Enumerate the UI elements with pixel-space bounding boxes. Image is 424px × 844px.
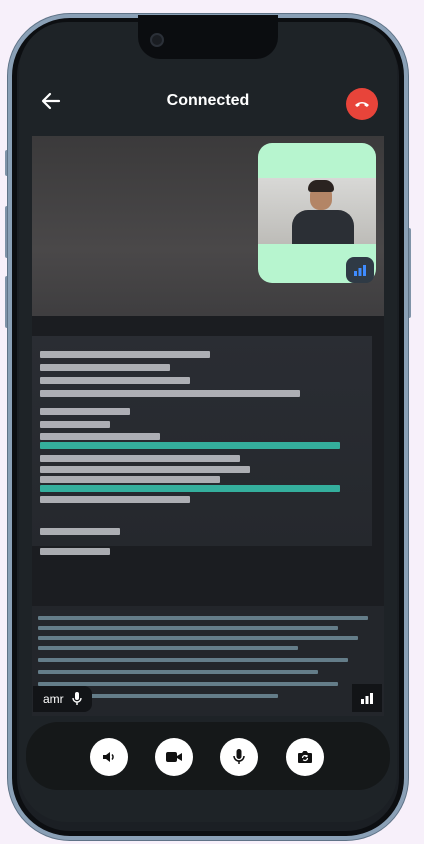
phone-hangup-icon [354,99,370,109]
video-terminal-line [38,658,348,662]
video-code-line [40,408,130,415]
video-terminal-line [38,670,318,674]
signal-bars-icon [353,264,367,276]
volume-icon [102,750,116,764]
mic-icon [71,692,82,706]
remote-signal-indicator [352,684,382,712]
video-code-line [40,351,210,358]
video-code-line-highlight [40,442,340,449]
video-toggle-button[interactable] [155,738,193,776]
video-terminal-line [38,626,338,630]
back-arrow-icon[interactable] [40,90,62,112]
video-code-line-highlight [40,485,340,492]
video-code-line [40,421,110,428]
call-control-bar [26,722,390,790]
video-code-line [40,466,250,473]
person-body [292,210,354,244]
person-hair [308,180,334,192]
switch-camera-icon [297,750,313,764]
local-video-frame [258,178,376,244]
video-code-line [40,496,190,503]
microphone-icon [233,749,245,765]
video-code-line [40,433,160,440]
participant-name: amr [43,692,64,706]
signal-bars-icon [360,692,374,704]
video-code-line [40,455,240,462]
video-code-line [40,476,220,483]
video-camera-icon [166,751,182,763]
participant-name-chip: amr [33,686,92,712]
video-code-line [40,377,190,384]
video-code-line [40,548,110,555]
video-code-line [40,364,170,371]
front-camera [150,33,164,47]
microphone-toggle-button[interactable] [220,738,258,776]
video-terminal-line [38,646,298,650]
switch-camera-button[interactable] [286,738,324,776]
video-terminal-line [38,636,358,640]
end-call-button[interactable] [346,88,378,120]
local-signal-indicator [346,257,374,283]
speaker-button[interactable] [90,738,128,776]
video-code-line [40,528,120,535]
video-code-line [40,390,300,397]
video-terminal-line [38,616,368,620]
page-title: Connected [166,92,250,109]
